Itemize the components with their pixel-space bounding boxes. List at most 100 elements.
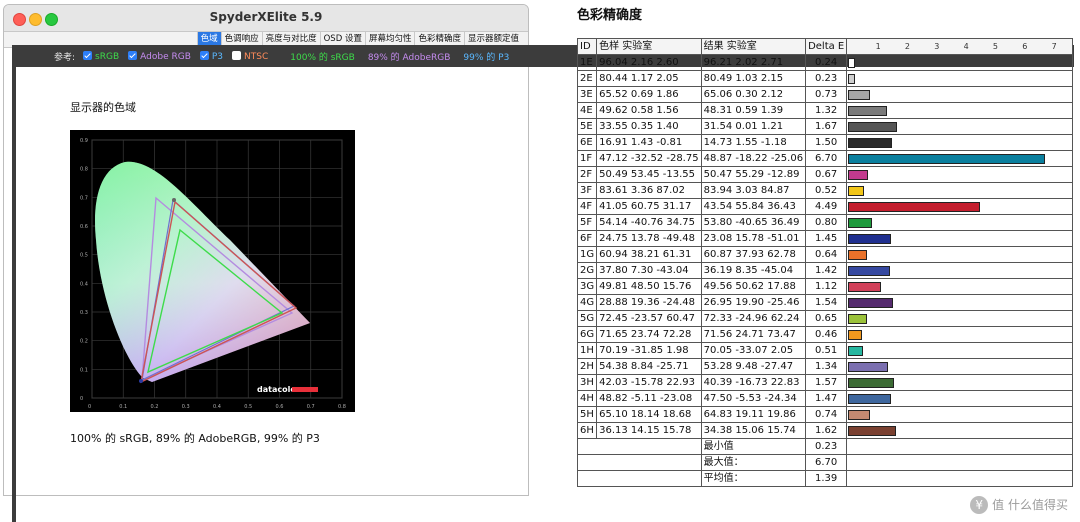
summary-value: 0.23: [805, 438, 848, 455]
cell-sample: 36.13 14.15 15.78: [596, 422, 702, 439]
cell-delta: 0.80: [805, 214, 848, 231]
cell-sample: 54.38 8.84 -25.71: [596, 358, 702, 375]
sidebar-edge: [12, 67, 16, 522]
cell-bar: [846, 310, 1073, 327]
delta-e-bar: [848, 378, 895, 388]
reference-option-label: NTSC: [244, 51, 269, 62]
table-row: 1E 96.04 2.16 2.60 96.21 2.02 2.71 0.24: [576, 54, 1073, 71]
cell-id: 4G: [576, 294, 598, 311]
table-row: 5H 65.10 18.14 18.68 64.83 19.11 19.86 0.74: [576, 406, 1073, 423]
x-tick-label: 0.2: [151, 404, 159, 410]
cell-sample: 70.19 -31.85 1.98: [596, 342, 702, 359]
delta-e-bar: [848, 90, 870, 100]
accuracy-table: ID 色样 实验室 结果 实验室 Delta E 1 2 3 4 5 6 7 1E 96.04…: [576, 38, 1073, 487]
cell-delta: 1.12: [805, 278, 848, 295]
checkbox[interactable]: [83, 50, 93, 60]
cell-delta: 0.46: [805, 326, 848, 343]
cell-sample: 41.05 60.75 31.17: [596, 198, 702, 215]
cell-bar: [846, 262, 1073, 279]
cell-sample: 37.80 7.30 -43.04: [596, 262, 702, 279]
table-row: 2E 80.44 1.17 2.05 80.49 1.03 2.15 0.23: [576, 70, 1073, 87]
cell-delta: 1.32: [805, 102, 848, 119]
cell-id: 4F: [576, 198, 598, 215]
scale-tick: 3: [934, 42, 940, 51]
cell-bar: [846, 166, 1073, 183]
cell-bar: [846, 342, 1073, 359]
reference-option-1[interactable]: Adobe RGB: [128, 50, 191, 62]
cell-delta: 1.57: [805, 374, 848, 391]
accuracy-header-row: ID 色样 实验室 结果 实验室 Delta E 1 2 3 4 5 6 7: [576, 38, 1073, 55]
cell-bar: [846, 230, 1073, 247]
checkbox[interactable]: [232, 50, 242, 60]
y-tick-label: 0.1: [80, 367, 88, 373]
delta-e-bar: [848, 186, 864, 196]
cell-id: 4E: [576, 102, 598, 119]
scale-tick: 7: [1051, 42, 1057, 51]
cell-result: 80.49 1.03 2.15: [700, 70, 807, 87]
table-row: 5F 54.14 -40.76 34.75 53.80 -40.65 36.49 0.…: [576, 214, 1073, 231]
blank-cell: [846, 438, 1073, 455]
cell-bar: [846, 70, 1073, 87]
cell-result: 34.38 15.06 15.74: [700, 422, 807, 439]
cell-sample: 49.62 0.58 1.56: [596, 102, 702, 119]
checkbox[interactable]: [128, 50, 138, 60]
checkbox[interactable]: [199, 50, 209, 60]
delta-e-bar: [848, 250, 868, 260]
blank-cell: [846, 454, 1073, 471]
cell-delta: 0.67: [805, 166, 848, 183]
cell-bar: [846, 358, 1073, 375]
reference-option-3[interactable]: NTSC: [232, 50, 269, 62]
delta-e-bar: [848, 426, 896, 436]
reference-option-0[interactable]: sRGB: [83, 50, 119, 62]
cell-delta: 0.73: [805, 86, 848, 103]
cell-delta: 1.67: [805, 118, 848, 135]
blank-cell: [846, 470, 1073, 487]
cell-delta: 0.64: [805, 246, 848, 263]
gamut-plot: 0 0.1 0.2 0.3 0.4 0.5 0.6 0.7 0.8 0.9 0.8 0.7 0.6 0.5…: [70, 130, 355, 412]
coverage-stat-2: 99% 的 P3: [463, 52, 510, 63]
y-tick-label: 0.5: [80, 253, 88, 259]
delta-e-bar: [848, 314, 868, 324]
delta-e-bar: [848, 266, 890, 276]
cell-delta: 1.50: [805, 134, 848, 151]
window-title: SpyderXElite 5.9: [209, 10, 323, 24]
x-tick-label: 0.6: [276, 404, 284, 410]
scale-tick: 2: [904, 42, 910, 51]
reference-option-label: P3: [211, 51, 224, 62]
cell-id: 5H: [576, 406, 598, 423]
cell-result: 48.87 -18.22 -25.06: [700, 150, 807, 167]
summary-row: 平均值： 1.39: [577, 470, 1073, 487]
table-row: 3F 83.61 3.36 87.02 83.94 3.03 84.87 0.52: [576, 182, 1073, 199]
cell-bar: [846, 214, 1073, 231]
delta-e-bar: [848, 170, 868, 180]
cell-id: 3F: [576, 182, 598, 199]
cell-id: 3H: [576, 374, 598, 391]
summary-label: 最小值: [700, 438, 807, 455]
cell-delta: 4.49: [805, 198, 848, 215]
table-row: 3E 65.52 0.69 1.86 65.06 0.30 2.12 0.73: [576, 86, 1073, 103]
x-tick-label: 0.5: [244, 404, 252, 410]
header-sample: 色样 实验室: [596, 38, 702, 55]
summary-value: 6.70: [805, 454, 848, 471]
y-tick-label: 0.7: [80, 195, 88, 201]
table-row: 1F 47.12 -32.52 -28.75 48.87 -18.22 -25.06…: [576, 150, 1073, 167]
cell-sample: 24.75 13.78 -49.48: [596, 230, 702, 247]
delta-e-bar: [848, 218, 872, 228]
table-row: 5E 33.55 0.35 1.40 31.54 0.01 1.21 1.67: [576, 118, 1073, 135]
watermark-logo-icon: ¥: [970, 496, 989, 514]
cell-sample: 28.88 19.36 -24.48: [596, 294, 702, 311]
cell-sample: 80.44 1.17 2.05: [596, 70, 702, 87]
watermark: ¥ 值 什么值得买: [970, 496, 1068, 514]
y-tick-label: 0.9: [80, 138, 88, 144]
cell-sample: 16.91 1.43 -0.81: [596, 134, 702, 151]
table-row: 6E 16.91 1.43 -0.81 14.73 1.55 -1.18 1.50: [576, 134, 1073, 151]
cell-id: 3E: [576, 86, 598, 103]
x-tick-label: 0.8: [338, 404, 346, 410]
accuracy-title: 色彩精确度: [577, 8, 643, 23]
table-row: 2H 54.38 8.84 -25.71 53.28 9.48 -27.47 1.34: [576, 358, 1073, 375]
summary-value: 1.39: [805, 470, 848, 487]
cell-bar: [846, 198, 1073, 215]
delta-e-bar: [848, 154, 1045, 164]
blank-cell: [577, 438, 702, 455]
reference-option-2[interactable]: P3: [199, 50, 224, 62]
